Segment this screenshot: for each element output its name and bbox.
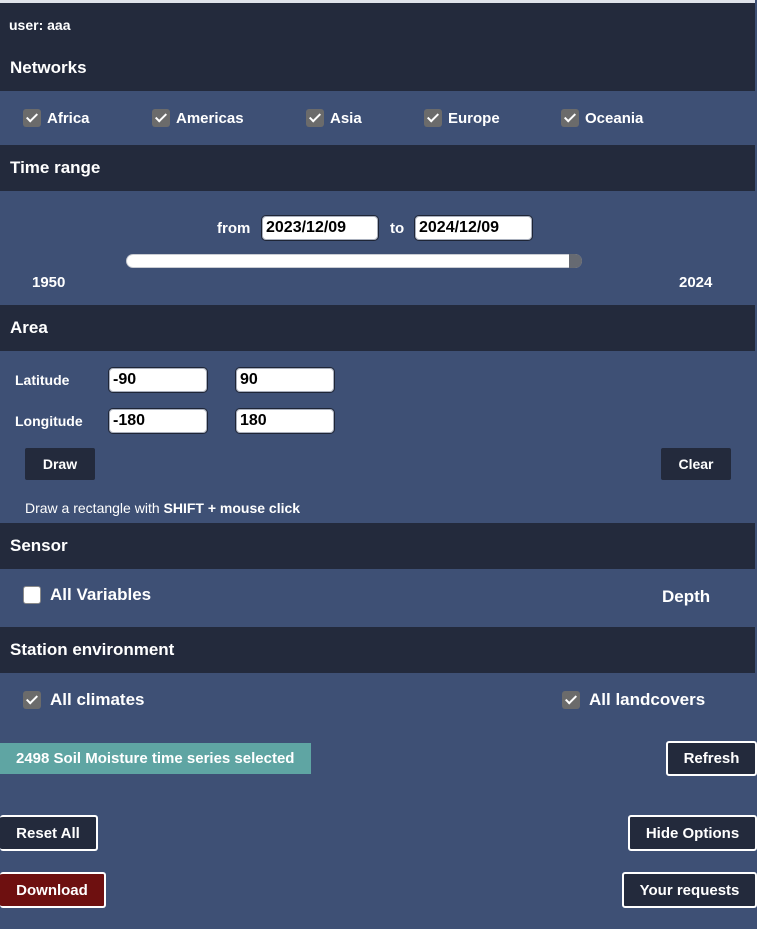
all-variables-checkbox[interactable] — [23, 586, 41, 604]
area-header — [0, 305, 755, 351]
longitude-label: Longitude — [15, 413, 83, 429]
user-label: user: aaa — [9, 17, 71, 33]
network-americas[interactable]: Americas — [152, 108, 244, 128]
time-range-slider[interactable] — [126, 254, 582, 268]
asia-checkbox[interactable] — [306, 109, 324, 127]
time-range-slider-handle[interactable] — [569, 254, 582, 268]
header-bar — [0, 0, 755, 91]
networks-title: Networks — [10, 58, 87, 77]
to-date-input[interactable] — [414, 215, 533, 241]
all-landcovers-option[interactable]: All landcovers — [562, 690, 705, 710]
sensor-header — [0, 523, 755, 569]
all-variables-label: All Variables — [50, 585, 152, 604]
network-europe-label: Europe — [448, 109, 500, 127]
latitude-max-input[interactable] — [235, 367, 335, 393]
network-africa-label: Africa — [47, 109, 90, 127]
area-hint: Draw a rectangle with SHIFT + mouse clic… — [25, 500, 300, 516]
download-button[interactable]: Download — [0, 872, 106, 908]
all-climates-label: All climates — [50, 690, 145, 709]
all-climates-checkbox[interactable] — [23, 691, 41, 709]
from-label: from — [217, 220, 251, 237]
all-landcovers-checkbox[interactable] — [562, 691, 580, 709]
area-title: Area — [10, 318, 48, 337]
area-hint-keys: SHIFT + mouse click — [163, 500, 301, 516]
europe-checkbox[interactable] — [424, 109, 442, 127]
area-hint-prefix: Draw a rectangle with — [25, 500, 164, 516]
to-label: to — [390, 220, 405, 237]
network-africa[interactable]: Africa — [23, 108, 90, 128]
selection-status-badge: 2498 Soil Moisture time series selected — [0, 743, 311, 774]
network-asia-label: Asia — [330, 109, 362, 127]
depth-label: Depth — [662, 587, 711, 606]
network-oceania[interactable]: Oceania — [561, 108, 643, 128]
clear-button[interactable]: Clear — [661, 448, 731, 480]
hide-options-button[interactable]: Hide Options — [628, 815, 757, 851]
reset-all-button[interactable]: Reset All — [0, 815, 98, 851]
all-landcovers-label: All landcovers — [589, 690, 706, 709]
longitude-min-input[interactable] — [108, 408, 208, 434]
draw-button[interactable]: Draw — [25, 448, 95, 480]
your-requests-button[interactable]: Your requests — [622, 872, 757, 908]
time-range-title: Time range — [10, 158, 101, 177]
longitude-max-input[interactable] — [235, 408, 335, 434]
slider-max-label: 2024 — [679, 274, 713, 291]
latitude-label: Latitude — [15, 372, 70, 388]
africa-checkbox[interactable] — [23, 109, 41, 127]
network-asia[interactable]: Asia — [306, 108, 362, 128]
network-oceania-label: Oceania — [585, 109, 644, 127]
latitude-min-input[interactable] — [108, 367, 208, 393]
network-europe[interactable]: Europe — [424, 108, 500, 128]
sensor-title: Sensor — [10, 536, 68, 555]
station-environment-title: Station environment — [10, 640, 175, 659]
all-variables-option[interactable]: All Variables — [23, 585, 151, 605]
from-date-input[interactable] — [261, 215, 379, 241]
americas-checkbox[interactable] — [152, 109, 170, 127]
time-range-header — [0, 145, 755, 191]
oceania-checkbox[interactable] — [561, 109, 579, 127]
slider-min-label: 1950 — [32, 274, 66, 291]
network-americas-label: Americas — [176, 109, 244, 127]
refresh-button[interactable]: Refresh — [666, 741, 757, 776]
all-climates-option[interactable]: All climates — [23, 690, 145, 710]
